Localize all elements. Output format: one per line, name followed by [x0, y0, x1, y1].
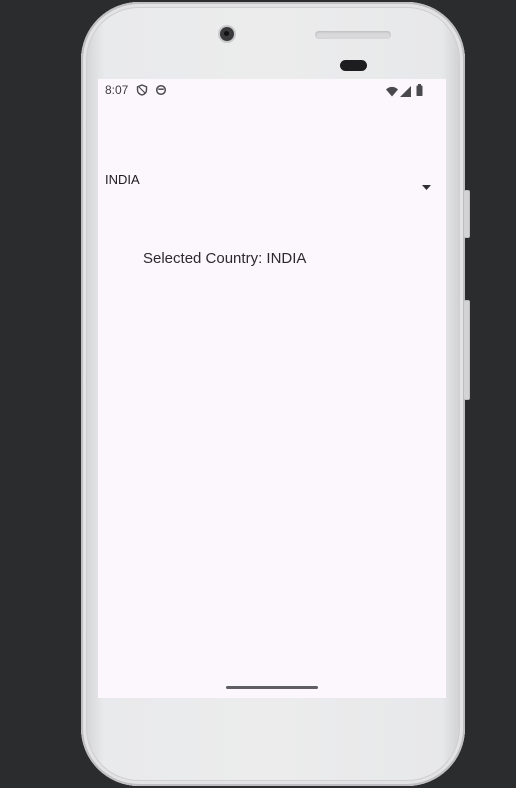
emulator-stage: 8:07 INDIA Selected Country: INDIA	[0, 0, 516, 788]
spinner-selected-value: INDIA	[105, 172, 140, 187]
volume-button[interactable]	[463, 300, 470, 400]
earpiece-speaker	[315, 31, 391, 39]
country-spinner[interactable]: INDIA	[104, 167, 440, 193]
power-button[interactable]	[463, 190, 470, 238]
sync-icon	[155, 83, 167, 101]
wifi-icon	[386, 84, 398, 102]
battery-icon	[416, 83, 423, 101]
status-time: 8:07	[105, 83, 129, 97]
front-camera	[220, 27, 234, 41]
shield-icon	[136, 83, 148, 101]
status-bar: 8:07	[98, 79, 446, 101]
selected-country-label: Selected Country: INDIA	[143, 250, 307, 267]
signal-icon	[400, 84, 411, 102]
app-screen: 8:07 INDIA Selected Country: INDIA	[98, 79, 446, 698]
gesture-nav-handle[interactable]	[226, 686, 318, 689]
dropdown-arrow-icon[interactable]	[422, 177, 431, 195]
proximity-sensor	[340, 60, 367, 71]
